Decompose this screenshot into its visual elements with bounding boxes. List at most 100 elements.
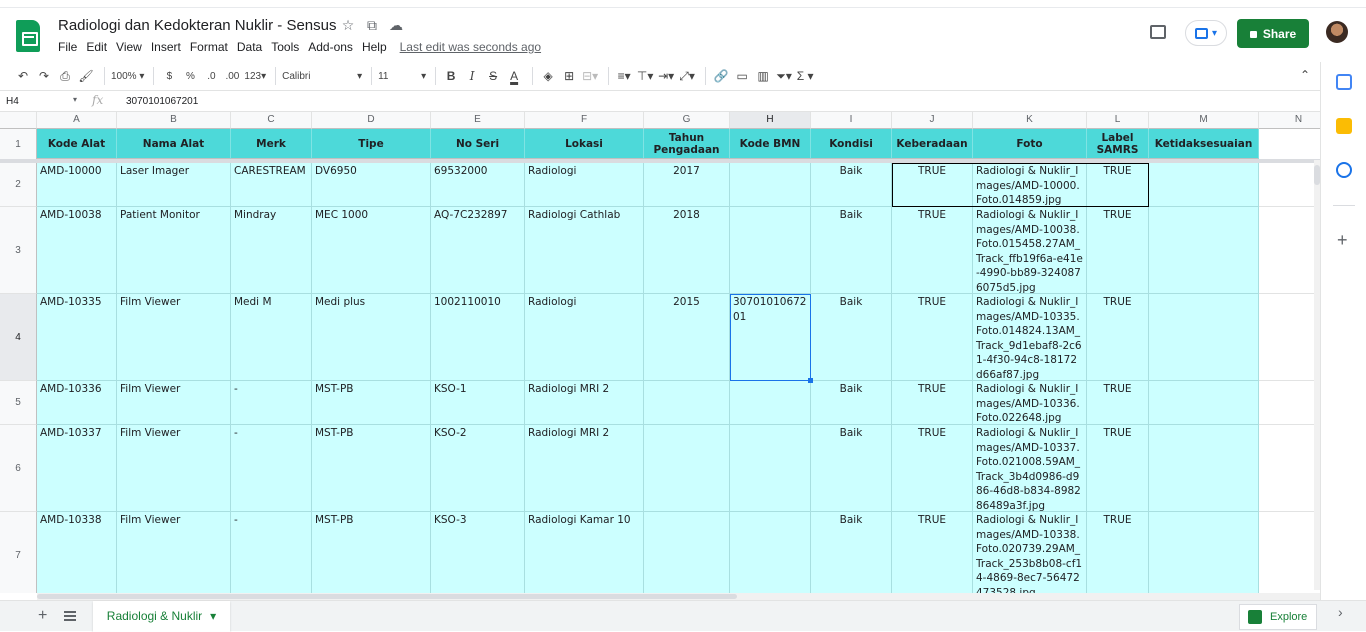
table-cell[interactable]: MST-PB (312, 512, 431, 593)
table-cell[interactable]: AMD-10038 (37, 207, 117, 294)
menu-file[interactable]: File (58, 40, 77, 54)
comment-history-icon[interactable] (1150, 25, 1166, 39)
menu-view[interactable]: View (116, 40, 142, 54)
table-cell[interactable] (1149, 163, 1259, 207)
collapse-toolbar-icon[interactable]: ⌃ (1300, 68, 1310, 82)
menu-addons[interactable]: Add-ons (308, 40, 353, 54)
fill-handle[interactable] (808, 378, 813, 383)
cloud-status-icon[interactable]: ☁ (389, 17, 403, 34)
header-cell[interactable]: No Seri (431, 129, 525, 160)
document-title[interactable]: Radiologi dan Kedokteran Nuklir - Sensus (58, 17, 337, 34)
font-select[interactable]: Calibri ▾ (282, 66, 362, 86)
table-cell[interactable]: TRUE (1087, 207, 1149, 294)
table-cell[interactable]: Medi plus (312, 294, 431, 381)
functions-button[interactable]: Σ ▾ (796, 66, 814, 86)
table-cell[interactable]: CARESTREAM (231, 163, 312, 207)
header-cell[interactable]: Foto (973, 129, 1087, 160)
tasks-icon[interactable] (1336, 162, 1352, 178)
table-cell[interactable]: KSO-3 (431, 512, 525, 593)
table-cell[interactable]: - (231, 425, 312, 512)
table-cell[interactable]: TRUE (892, 163, 973, 207)
currency-button[interactable]: $ (160, 66, 178, 86)
table-cell[interactable]: 1002110010 (431, 294, 525, 381)
table-cell[interactable]: TRUE (1087, 512, 1149, 593)
table-cell[interactable]: Radiologi MRI 2 (525, 425, 644, 512)
formula-input[interactable]: 3070101067201 (126, 96, 198, 107)
percent-button[interactable]: % (181, 66, 199, 86)
column-header-e[interactable]: E (431, 112, 525, 129)
text-color-button[interactable]: A (505, 66, 523, 86)
redo-icon[interactable]: ↷ (35, 66, 53, 86)
table-cell[interactable]: TRUE (1087, 381, 1149, 425)
keep-icon[interactable] (1336, 118, 1352, 134)
table-cell[interactable]: TRUE (892, 425, 973, 512)
all-sheets-icon[interactable] (64, 611, 76, 621)
undo-icon[interactable]: ↶ (14, 66, 32, 86)
scroll-thumb[interactable] (37, 594, 737, 599)
table-cell[interactable]: Baik (811, 207, 892, 294)
vertical-align-icon[interactable]: ⊤▾ (636, 66, 654, 86)
column-header-n[interactable]: N (1259, 112, 1320, 129)
table-cell[interactable] (1259, 294, 1320, 381)
menu-format[interactable]: Format (190, 40, 228, 54)
table-cell[interactable]: AMD-10336 (37, 381, 117, 425)
borders-icon[interactable]: ⊞ (560, 66, 578, 86)
table-cell[interactable]: TRUE (1087, 294, 1149, 381)
table-cell[interactable] (730, 512, 811, 593)
italic-button[interactable]: I (463, 66, 481, 86)
spreadsheet-grid[interactable]: A B C D E F G H I J K L M N 1 Kode Alat Nama Alat Merk Tip… (0, 112, 1320, 593)
table-cell[interactable]: Baik (811, 294, 892, 381)
menu-tools[interactable]: Tools (271, 40, 299, 54)
table-cell[interactable]: TRUE (892, 207, 973, 294)
share-button[interactable]: Share (1237, 19, 1309, 48)
table-cell[interactable] (730, 163, 811, 207)
table-cell[interactable] (1259, 163, 1320, 207)
column-header-k[interactable]: K (973, 112, 1087, 129)
table-cell[interactable]: MEC 1000 (312, 207, 431, 294)
table-cell[interactable]: Film Viewer (117, 381, 231, 425)
insert-link-icon[interactable]: 🔗 (712, 66, 730, 86)
table-cell[interactable] (1149, 294, 1259, 381)
table-cell[interactable]: Baik (811, 381, 892, 425)
horizontal-scrollbar[interactable] (37, 593, 1320, 600)
row-header[interactable]: 2 (0, 163, 37, 207)
table-cell[interactable]: MST-PB (312, 381, 431, 425)
strikethrough-button[interactable]: S (484, 66, 502, 86)
table-cell[interactable]: KSO-1 (431, 381, 525, 425)
header-cell[interactable]: Keberadaan (892, 129, 973, 160)
text-wrap-icon[interactable]: ⇥▾ (657, 66, 675, 86)
table-cell[interactable]: - (231, 381, 312, 425)
table-cell[interactable] (1149, 512, 1259, 593)
move-folder-icon[interactable]: ⧉ (365, 17, 379, 34)
header-cell[interactable]: Tahun Pengadaan (644, 129, 730, 160)
paint-format-icon[interactable]: 🖌 (77, 66, 95, 86)
header-cell[interactable]: Kode Alat (37, 129, 117, 160)
chevron-down-icon[interactable]: ▾ (210, 609, 216, 623)
add-addon-icon[interactable]: + (1337, 230, 1348, 251)
row-header[interactable]: 6 (0, 425, 37, 512)
table-cell[interactable] (1259, 381, 1320, 425)
table-cell[interactable]: Radiologi Kamar 10 (525, 512, 644, 593)
menu-edit[interactable]: Edit (86, 40, 107, 54)
increase-decimal-button[interactable]: .00 (223, 66, 241, 86)
table-cell[interactable]: Radiologi & Nuklir_Images/AMD-10336.Foto… (973, 381, 1087, 425)
avatar[interactable] (1326, 21, 1348, 43)
table-cell[interactable]: 3070101067201 (730, 294, 811, 381)
column-header-m[interactable]: M (1149, 112, 1259, 129)
print-icon[interactable]: ⎙ (56, 66, 74, 86)
menu-help[interactable]: Help (362, 40, 387, 54)
chevron-down-icon[interactable]: ▾ (73, 95, 77, 104)
table-cell[interactable]: TRUE (892, 512, 973, 593)
add-sheet-icon[interactable]: + (38, 607, 47, 625)
table-cell[interactable]: Film Viewer (117, 425, 231, 512)
table-cell[interactable]: AMD-10335 (37, 294, 117, 381)
table-cell[interactable]: AMD-10338 (37, 512, 117, 593)
table-cell[interactable]: Laser Imager (117, 163, 231, 207)
column-header-f[interactable]: F (525, 112, 644, 129)
table-cell[interactable]: 2018 (644, 207, 730, 294)
table-cell[interactable]: TRUE (1087, 163, 1149, 207)
table-cell[interactable]: MST-PB (312, 425, 431, 512)
header-cell[interactable]: Nama Alat (117, 129, 231, 160)
decrease-decimal-button[interactable]: .0 (202, 66, 220, 86)
table-cell[interactable]: - (231, 512, 312, 593)
